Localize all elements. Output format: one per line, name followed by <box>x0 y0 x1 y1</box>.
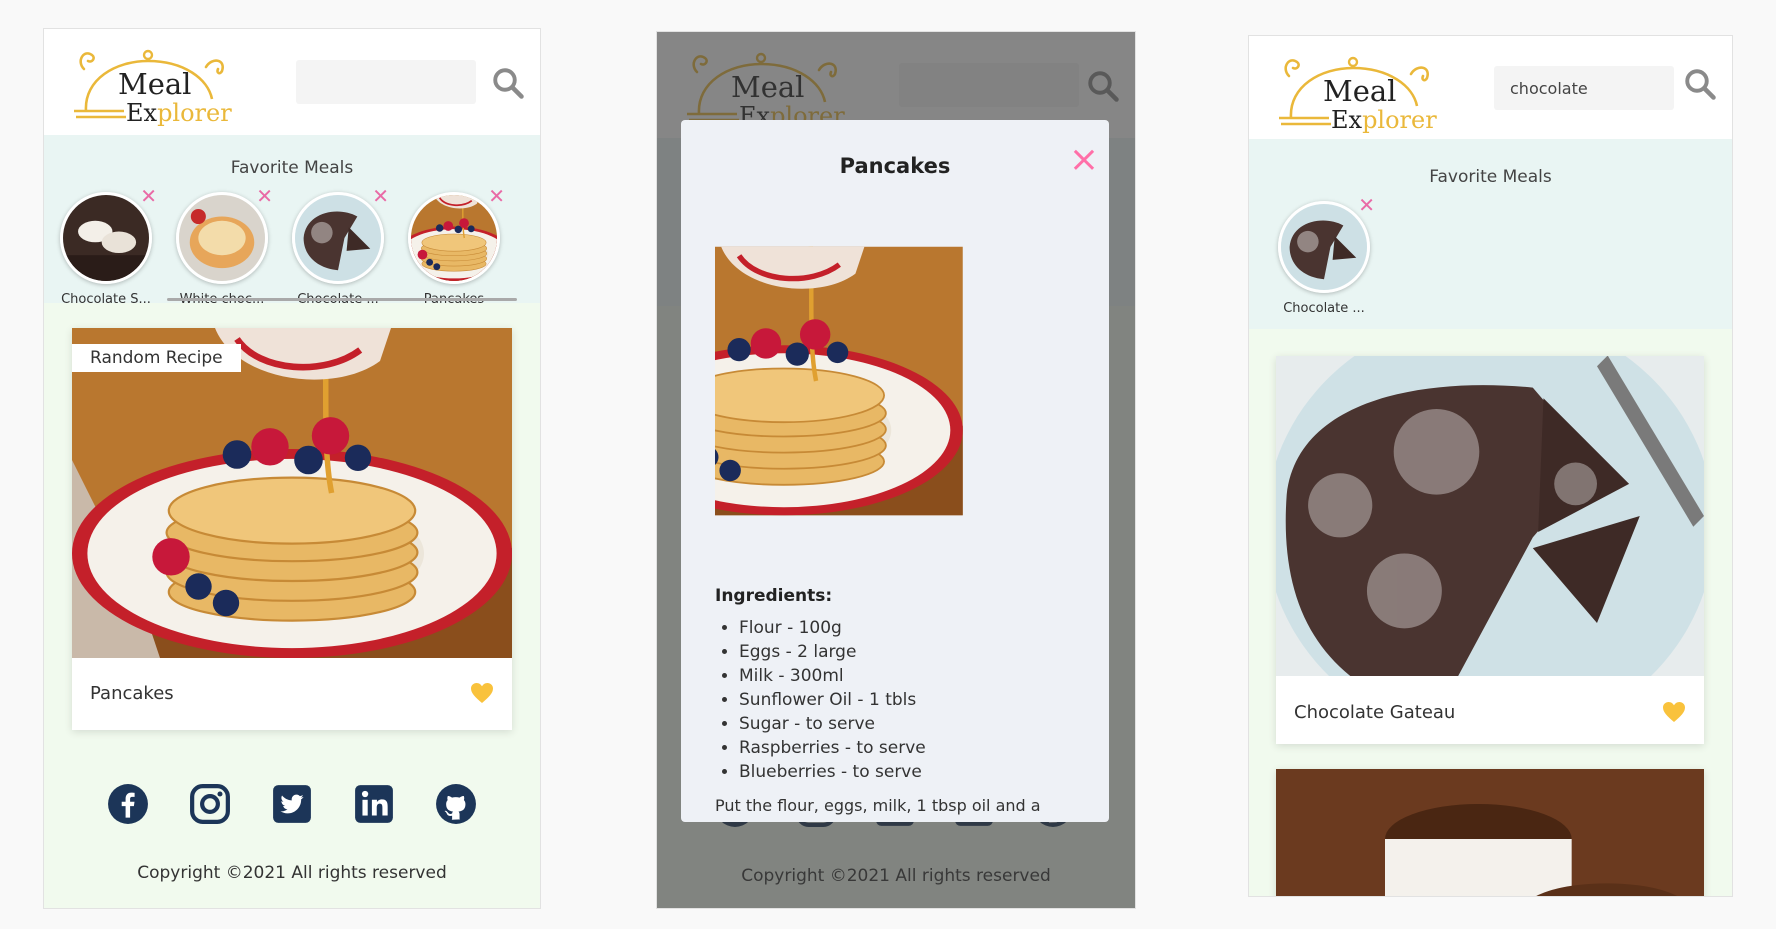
search-input[interactable] <box>1494 66 1674 110</box>
pancakes-photo <box>715 197 1073 565</box>
recipe-image <box>715 197 1073 565</box>
copyright: Copyright ©2021 All rights reserved <box>137 863 447 883</box>
remove-favorite-icon[interactable]: ✕ <box>488 186 505 206</box>
favorite-item[interactable]: ✕ White choc... <box>167 186 277 307</box>
favorite-avatar[interactable] <box>60 192 152 284</box>
meal-explorer-logo[interactable]: Meal Explorer <box>66 39 236 129</box>
ingredient-item: Blueberries - to serve <box>739 760 926 784</box>
main-content: Random Recipe Pancakes Copyright ©2021 A… <box>44 303 540 908</box>
favorite-item[interactable]: ✕ Chocolate ... <box>1269 195 1379 316</box>
favorite-meals-list: ✕ Chocolate S... ✕ White choc... ✕ Choco… <box>44 178 540 307</box>
screen-home: Meal Explorer Favorite Meals ✕ Chocolate… <box>43 28 541 909</box>
favorite-meals-list: ✕ Chocolate ... <box>1249 187 1732 316</box>
meal-card[interactable]: Chocolate Gateau <box>1276 356 1704 744</box>
logo-word-explorer: Explorer <box>1331 106 1437 134</box>
search-button[interactable] <box>490 65 526 101</box>
facebook-icon[interactable] <box>107 783 149 825</box>
header: Meal Explorer <box>1249 36 1732 139</box>
main-content: Chocolate Gateau <box>1249 329 1732 896</box>
meal-name: Pancakes <box>90 683 174 704</box>
meal-thumbnail <box>63 195 149 281</box>
favorite-avatar[interactable] <box>176 192 268 284</box>
ingredient-item: Sunflower Oil - 1 tbls <box>739 688 926 712</box>
header: Meal Explorer <box>44 29 540 135</box>
recipe-modal: Pancakes × Ingredients: Flour - 100g Egg… <box>681 120 1109 822</box>
meal-thumbnail <box>179 195 265 281</box>
screen-search-results: Meal Explorer Favorite Meals ✕ Chocolate… <box>1248 35 1733 897</box>
favorite-avatar[interactable] <box>408 192 500 284</box>
meal-image[interactable] <box>72 328 512 658</box>
favorite-item[interactable]: ✕ Chocolate ... <box>283 186 393 307</box>
remove-favorite-icon[interactable]: ✕ <box>1358 195 1375 215</box>
instructions-text: Put the flour, eggs, milk, 1 tbsp oil an… <box>715 796 1041 815</box>
remove-favorite-icon[interactable]: ✕ <box>256 186 273 206</box>
favorite-item[interactable]: ✕ Chocolate S... <box>51 186 161 307</box>
meal-card[interactable]: Random Recipe Pancakes <box>72 328 512 730</box>
logo-word-meal: Meal <box>118 67 192 101</box>
search-button[interactable] <box>1682 66 1718 102</box>
screen-recipe-modal: Meal Explorer Copyright ©2021 All rights… <box>656 31 1136 909</box>
favorite-item[interactable]: ✕ Pancakes <box>399 186 509 307</box>
pancakes-photo <box>72 328 512 658</box>
chocolate-gateau-photo <box>1276 356 1704 676</box>
close-icon[interactable]: × <box>1069 142 1099 178</box>
souffle-photo <box>1276 769 1704 897</box>
search-icon <box>490 65 526 101</box>
meal-explorer-logo[interactable]: Meal Explorer <box>1271 46 1441 136</box>
ingredient-item: Milk - 300ml <box>739 664 926 688</box>
ingredient-item: Raspberries - to serve <box>739 736 926 760</box>
remove-favorite-icon[interactable]: ✕ <box>140 186 157 206</box>
favorite-heart-icon[interactable] <box>470 682 494 704</box>
modal-title: Pancakes <box>839 154 951 178</box>
favorite-meals-title: Favorite Meals <box>230 158 354 178</box>
meal-image[interactable] <box>1276 769 1704 897</box>
favorites-scrollbar[interactable] <box>167 298 517 301</box>
ingredient-item: Flour - 100g <box>739 616 926 640</box>
ingredients-heading: Ingredients: <box>715 586 833 606</box>
social-links <box>44 783 540 833</box>
logo-word-explorer: Explorer <box>126 99 232 127</box>
ingredient-item: Sugar - to serve <box>739 712 926 736</box>
random-recipe-tag: Random Recipe <box>72 344 241 372</box>
favorite-avatar[interactable] <box>292 192 384 284</box>
github-icon[interactable] <box>435 783 477 825</box>
favorite-heart-icon[interactable] <box>1662 701 1686 723</box>
twitter-icon[interactable] <box>271 783 313 825</box>
ingredients-list: Flour - 100g Eggs - 2 large Milk - 300ml… <box>715 616 926 784</box>
logo-word-meal: Meal <box>1323 74 1397 108</box>
meal-thumbnail <box>411 195 497 281</box>
meal-image[interactable] <box>1276 356 1704 676</box>
meal-thumbnail <box>295 195 381 281</box>
favorite-meals-title: Favorite Meals <box>1429 167 1552 187</box>
linkedin-icon[interactable] <box>353 783 395 825</box>
favorite-name: Chocolate ... <box>1283 301 1365 316</box>
instagram-icon[interactable] <box>189 783 231 825</box>
remove-favorite-icon[interactable]: ✕ <box>372 186 389 206</box>
search-input[interactable] <box>296 60 476 104</box>
favorite-avatar[interactable] <box>1278 201 1370 293</box>
meal-thumbnail <box>1281 204 1367 290</box>
meal-name: Chocolate Gateau <box>1294 702 1456 723</box>
ingredient-item: Eggs - 2 large <box>739 640 926 664</box>
search-icon <box>1682 66 1718 102</box>
favorite-meals-section: Favorite Meals ✕ Chocolate ... <box>1249 139 1732 329</box>
favorite-meals-section: Favorite Meals ✕ Chocolate S... ✕ White … <box>44 135 540 307</box>
meal-card[interactable] <box>1276 769 1704 897</box>
